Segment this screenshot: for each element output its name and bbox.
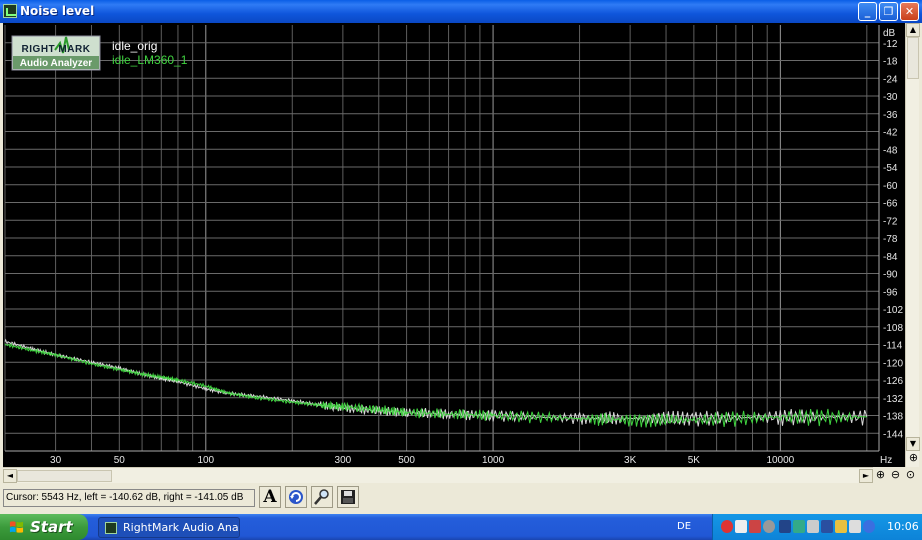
network-tray-icon[interactable]	[735, 520, 747, 533]
y-tick-label-8: -60	[883, 181, 898, 192]
start-button[interactable]: Start	[0, 514, 88, 540]
x-axis-label: Hz	[880, 455, 892, 466]
antivirus-tray-icon[interactable]	[721, 520, 733, 533]
font-button[interactable]: A	[259, 486, 281, 508]
zoom-in-icon[interactable]: ⊕	[873, 468, 888, 483]
start-label: Start	[30, 518, 73, 536]
security-tray-icon[interactable]	[749, 520, 761, 533]
windows-logo-icon	[9, 521, 24, 533]
y-tick-label-3: -30	[883, 92, 898, 103]
logo-line2: Audio Analyzer	[20, 58, 93, 69]
y-tick-label-2: -24	[883, 74, 898, 85]
y-tick-label-1: -18	[883, 57, 898, 68]
window-title: Noise level	[20, 4, 95, 18]
rightmark-app-icon	[105, 522, 117, 534]
noise-chart-svg: -12 -18 -24 -30 -36 -42 -48 -54 -60 -66 -72 -78 -84 -…	[4, 25, 903, 466]
x-tick-label-4: 500	[398, 455, 415, 466]
printer-tray-icon[interactable]	[849, 520, 861, 533]
system-tray: 10:06	[712, 514, 922, 540]
noise-level-plot[interactable]: -12 -18 -24 -30 -36 -42 -48 -54 -60 -66 -72 -78 -84 -…	[3, 23, 905, 467]
monitor-tray-icon[interactable]	[821, 520, 833, 533]
refresh-icon	[289, 490, 303, 504]
close-button[interactable]: ✕	[900, 2, 919, 21]
floppy-disk-icon	[341, 490, 355, 504]
vertical-scroll-thumb[interactable]	[907, 37, 919, 79]
zoom-in-vertical-icon[interactable]: ⊕	[906, 451, 921, 466]
scroll-down-button[interactable]: ▼	[906, 437, 920, 451]
horizontal-scroll-thumb[interactable]	[17, 470, 112, 482]
folder-tray-icon[interactable]	[835, 520, 847, 533]
status-bar: Cursor: 5543 Hz, left = -140.62 dB, righ…	[3, 484, 919, 511]
cursor-readout: Cursor: 5543 Hz, left = -140.62 dB, righ…	[3, 489, 255, 507]
y-tick-label-17: -114	[883, 341, 903, 352]
refresh-button[interactable]	[285, 486, 307, 508]
y-axis-label: dB	[883, 28, 896, 39]
y-tick-label-12: -84	[883, 252, 898, 263]
y-tick-label-14: -96	[883, 287, 898, 298]
y-tick-label-22: -144	[883, 429, 903, 440]
y-tick-label-13: -90	[883, 270, 898, 281]
x-tick-label-8: 10000	[766, 455, 794, 466]
taskbar: Start RightMark Audio Anal... DE 10:06	[0, 514, 922, 540]
x-tick-label-2: 100	[197, 455, 214, 466]
save-button[interactable]	[337, 486, 359, 508]
x-tick-label-7: 5K	[688, 455, 701, 466]
language-indicator[interactable]: DE	[677, 521, 691, 532]
y-tick-label-0: -12	[883, 39, 898, 50]
clock: 10:06	[887, 520, 919, 533]
x-tick-label-0: 30	[50, 455, 62, 466]
y-tick-label-18: -120	[883, 358, 903, 369]
speaker-tray-icon[interactable]	[763, 520, 775, 533]
x-tick-label-6: 3K	[624, 455, 637, 466]
y-tick-label-19: -126	[883, 376, 903, 387]
y-tick-label-16: -108	[883, 323, 903, 334]
y-tick-label-4: -36	[883, 110, 898, 121]
window-client-area: -12 -18 -24 -30 -36 -42 -48 -54 -60 -66 -72 -78 -84 -…	[3, 23, 921, 511]
y-tick-label-10: -72	[883, 216, 898, 227]
horizontal-scrollbar[interactable]: ◄ ►	[3, 467, 873, 483]
usb-tray-icon[interactable]	[779, 520, 791, 533]
maximize-button[interactable]: ❐	[879, 2, 898, 21]
x-tick-label-3: 300	[335, 455, 352, 466]
app-icon[interactable]	[3, 4, 17, 18]
y-tick-label-9: -66	[883, 199, 898, 210]
y-tick-label-11: -78	[883, 234, 898, 245]
legend-entry-0: idle_orig	[112, 39, 157, 53]
y-tick-label-5: -42	[883, 128, 898, 139]
series-line-idle_LM360_1	[4, 342, 867, 428]
legend-entry-1: idle_LM360_1	[112, 53, 188, 67]
taskbar-item-rightmark[interactable]: RightMark Audio Anal...	[98, 517, 240, 538]
magnifier-icon	[314, 489, 329, 505]
x-tick-label-1: 50	[114, 455, 126, 466]
app-window: Noise level _ ❐ ✕ -12 -18 -24 -30 -36 -42 -48-…	[0, 0, 922, 514]
display-tray-icon[interactable]	[793, 520, 805, 533]
zoom-out-icon[interactable]: ⊖	[888, 468, 903, 483]
y-tick-label-21: -138	[883, 412, 903, 423]
scroll-left-button[interactable]: ◄	[3, 469, 17, 483]
taskbar-item-label: RightMark Audio Anal...	[123, 521, 240, 534]
vertical-scrollbar[interactable]: ▲ ▼ ⊕	[905, 23, 921, 467]
bluetooth-tray-icon[interactable]	[863, 520, 875, 533]
y-tick-label-15: -102	[883, 305, 903, 316]
logo-line1: RIGHT MARK	[22, 44, 91, 55]
y-tick-label-7: -54	[883, 163, 898, 174]
scroll-up-button[interactable]: ▲	[906, 23, 920, 37]
y-tick-label-20: -132	[883, 394, 903, 405]
scroll-right-button[interactable]: ►	[859, 469, 873, 483]
title-bar[interactable]: Noise level _ ❐ ✕	[0, 0, 922, 23]
y-tick-label-6: -48	[883, 145, 898, 156]
zoom-fit-icon[interactable]: ⊙	[903, 468, 918, 483]
magnifier-button[interactable]	[311, 486, 333, 508]
minimize-button[interactable]: _	[858, 2, 877, 21]
x-tick-label-5: 1000	[482, 455, 505, 466]
device-tray-icon[interactable]	[807, 520, 819, 533]
